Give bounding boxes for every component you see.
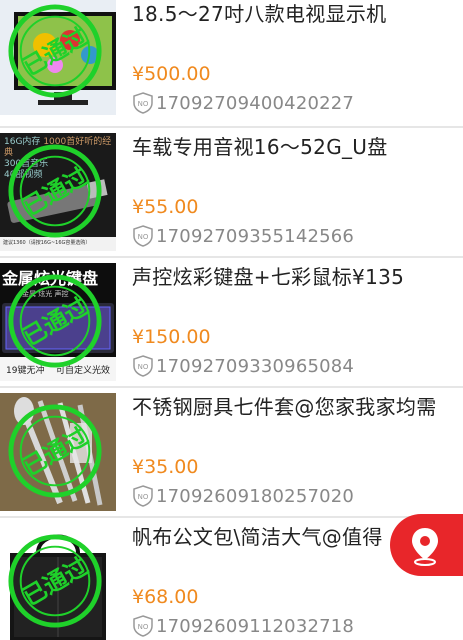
- product-code: 17092709400420227: [156, 92, 355, 114]
- location-pin-icon: [412, 528, 438, 566]
- approved-stamp-icon: 已通过: [8, 274, 102, 368]
- product-code-row: NO 17092609112032718: [132, 615, 354, 637]
- product-code-row: NO 17092709355142566: [132, 225, 354, 247]
- list-item[interactable]: 已通过 18.5～27吋八款电视显示机 ¥500.00 NO 170927094…: [0, 0, 463, 128]
- product-title[interactable]: 声控炫彩键盘+七彩鼠标¥135: [132, 263, 455, 291]
- svg-text:NO: NO: [138, 100, 149, 108]
- product-code-row: NO 17092609180257020: [132, 485, 354, 507]
- svg-text:NO: NO: [138, 493, 149, 501]
- product-code: 17092709355142566: [156, 225, 355, 247]
- svg-text:NO: NO: [138, 363, 149, 371]
- product-title[interactable]: 不锈钢厨具七件套@您家我家均需: [132, 393, 455, 421]
- svg-text:NO: NO: [138, 233, 149, 241]
- list-item[interactable]: 已通过 不锈钢厨具七件套@您家我家均需 ¥35.00 NO 1709260918…: [0, 388, 463, 518]
- product-price: ¥68.00: [132, 586, 199, 608]
- approved-stamp-icon: 已通过: [8, 404, 102, 498]
- thumb-footer-text: 建议1360（请按16G~16G容量选购）: [3, 240, 91, 246]
- product-code: 17092609112032718: [156, 615, 355, 637]
- no-shield-icon: NO: [133, 225, 153, 247]
- no-shield-icon: NO: [133, 92, 153, 114]
- product-code-row: NO 17092709330965084: [132, 355, 354, 377]
- svg-text:NO: NO: [138, 623, 149, 631]
- product-price: ¥150.00: [132, 326, 211, 348]
- product-code: 17092609180257020: [156, 485, 355, 507]
- list-item[interactable]: 16G内存 1000首好听的经典 300首音乐 40部视频 建议1360（请按1…: [0, 128, 463, 258]
- product-title[interactable]: 18.5～27吋八款电视显示机: [132, 0, 455, 28]
- product-title[interactable]: 车载专用音视16～52G_U盘: [132, 133, 455, 161]
- approved-stamp-icon: 已通过: [8, 4, 102, 98]
- no-shield-icon: NO: [133, 615, 153, 637]
- product-price: ¥55.00: [132, 196, 199, 218]
- approved-stamp-icon: 已通过: [8, 534, 102, 628]
- approved-stamp-icon: 已通过: [8, 144, 102, 238]
- no-shield-icon: NO: [133, 355, 153, 377]
- location-button[interactable]: [390, 514, 463, 576]
- product-price: ¥35.00: [132, 456, 199, 478]
- list-item[interactable]: 金属炫光键盘 金属 炫光 声控 19键无冲 可自定义光效 已通过 声控炫彩键盘+…: [0, 258, 463, 388]
- product-price: ¥500.00: [132, 63, 211, 85]
- product-code: 17092709330965084: [156, 355, 355, 377]
- no-shield-icon: NO: [133, 485, 153, 507]
- product-code-row: NO 17092709400420227: [132, 92, 354, 114]
